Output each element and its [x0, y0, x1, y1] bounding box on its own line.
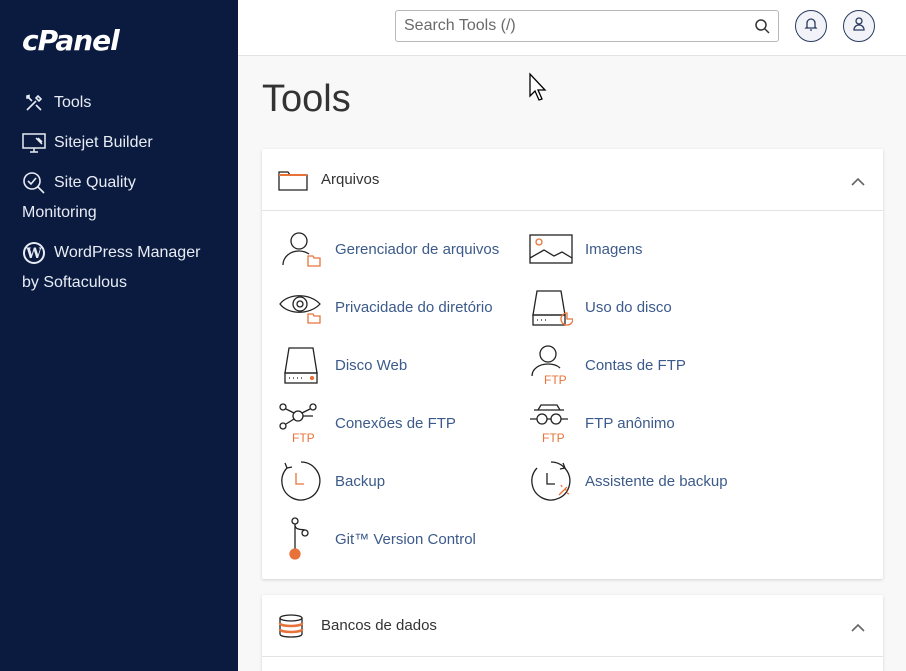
sidebar-item-label: WordPress Manager: [54, 244, 201, 261]
sidebar-item-label-cont: Monitoring: [22, 204, 97, 221]
page-title: Tools: [262, 78, 351, 120]
wordpress-icon: W: [22, 241, 46, 265]
section-title: Arquivos: [321, 171, 380, 188]
sidebar-item-sitejet-builder[interactable]: Sitejet Builder: [22, 130, 232, 156]
svg-text:FTP: FTP: [292, 431, 315, 444]
section-databases: Bancos de dados: [262, 595, 883, 671]
git-icon: [278, 516, 324, 562]
tool-ftp-accounts[interactable]: FTP Contas de FTP: [528, 341, 686, 389]
tool-label: FTP anônimo: [585, 414, 675, 432]
folder-icon: [278, 168, 308, 192]
tool-label: Privacidade do diretório: [335, 298, 493, 316]
search-icon[interactable]: [754, 18, 770, 39]
tool-ftp-connections[interactable]: FTP Conexões de FTP: [278, 399, 456, 447]
tool-directory-privacy[interactable]: Privacidade do diretório: [278, 283, 493, 331]
anonymous-ftp-icon: FTP: [528, 400, 574, 446]
mouse-cursor-icon: [529, 72, 547, 101]
ftp-connections-icon: FTP: [278, 400, 324, 446]
user-menu-button[interactable]: [843, 10, 875, 42]
notifications-button[interactable]: [795, 10, 827, 42]
sidebar: cPanel Tools Sitejet Builder Site Qualit…: [0, 0, 238, 671]
tool-disk-usage[interactable]: Uso do disco: [528, 283, 672, 331]
tool-label: Imagens: [585, 240, 643, 258]
section-title: Bancos de dados: [321, 617, 437, 634]
section-files: Arquivos Gerenciador de arquivos Imagens…: [262, 149, 883, 579]
tool-label: Backup: [335, 472, 386, 490]
sidebar-item-label: Sitejet Builder: [54, 134, 153, 151]
tool-label: Uso do disco: [585, 298, 672, 316]
tool-label: Contas de FTP: [585, 356, 686, 374]
sidebar-nav: Tools Sitejet Builder Site Quality Monit…: [22, 90, 232, 310]
web-disk-icon: [278, 342, 324, 388]
sidebar-item-site-quality-monitoring[interactable]: Site Quality Monitoring: [22, 170, 232, 226]
search-input[interactable]: [396, 11, 736, 41]
sidebar-item-label: Tools: [54, 94, 92, 111]
tools-icon: [22, 91, 46, 115]
backup-icon: [278, 458, 324, 504]
chevron-up-icon[interactable]: [851, 173, 865, 191]
images-icon: [528, 226, 574, 272]
directory-privacy-icon: [278, 284, 324, 330]
tool-web-disk[interactable]: Disco Web: [278, 341, 407, 389]
tool-anonymous-ftp[interactable]: FTP FTP anônimo: [528, 399, 675, 447]
file-manager-icon: [278, 226, 324, 272]
section-files-header[interactable]: Arquivos: [262, 149, 883, 211]
chevron-up-icon[interactable]: [851, 619, 865, 637]
sidebar-item-label-cont: by Softaculous: [22, 274, 127, 291]
tool-images[interactable]: Imagens: [528, 225, 643, 273]
disk-usage-icon: [528, 284, 574, 330]
tool-backup-wizard[interactable]: Assistente de backup: [528, 457, 728, 505]
tools-grid: Gerenciador de arquivos Imagens Privacid…: [262, 211, 883, 577]
database-icon: [278, 613, 308, 638]
sidebar-item-label: Site Quality: [54, 174, 136, 191]
backup-wizard-icon: [528, 458, 574, 504]
search-box: [395, 10, 779, 42]
svg-text:FTP: FTP: [542, 431, 565, 444]
svg-text:FTP: FTP: [544, 373, 567, 386]
tool-label: Gerenciador de arquivos: [335, 240, 500, 258]
sidebar-item-tools[interactable]: Tools: [22, 90, 232, 116]
tool-git-version-control[interactable]: Git™ Version Control: [278, 515, 476, 563]
monitor-icon: [22, 131, 46, 155]
magnifier-icon: [22, 171, 46, 195]
user-icon: [852, 16, 866, 37]
svg-text:W: W: [25, 246, 42, 262]
bell-icon: [804, 16, 818, 37]
top-bar: [238, 0, 906, 56]
section-databases-header[interactable]: Bancos de dados: [262, 595, 883, 657]
tool-file-manager[interactable]: Gerenciador de arquivos: [278, 225, 499, 273]
tool-backup[interactable]: Backup: [278, 457, 385, 505]
tool-label: Disco Web: [335, 356, 408, 374]
tool-label: Git™ Version Control: [335, 530, 476, 548]
tool-label: Assistente de backup: [585, 472, 728, 490]
sidebar-item-wordpress-manager[interactable]: W WordPress Manager by Softaculous: [22, 240, 232, 296]
ftp-accounts-icon: FTP: [528, 342, 574, 388]
cpanel-logo[interactable]: cPanel: [22, 24, 120, 57]
tool-label: Conexões de FTP: [335, 414, 456, 432]
